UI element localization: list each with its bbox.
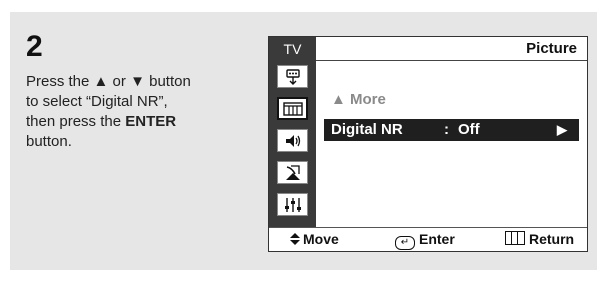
menu-item-digital-nr[interactable]: Digital NR : Off ▶: [324, 119, 579, 141]
return-icon: [505, 231, 525, 245]
picture-icon[interactable]: [277, 97, 308, 120]
channel-icon[interactable]: [277, 161, 308, 184]
step-number: 2: [26, 30, 43, 63]
instruction-line-2: to select “Digital NR”,: [26, 93, 168, 110]
menu-title: Picture: [526, 40, 577, 57]
footer-enter-hint: ↵ Enter: [395, 228, 455, 251]
instruction-text-part: then press the: [26, 113, 126, 130]
instruction-line-4: button.: [26, 133, 72, 150]
submenu-arrow-icon: ▶: [557, 122, 567, 137]
instruction-panel: 2 Press the ▲ or ▼ button to select “Dig…: [10, 12, 597, 270]
osd-header: Picture: [316, 37, 587, 61]
menu-item-label: Digital NR: [331, 121, 403, 138]
source-label: TV: [283, 41, 302, 57]
enter-keyword: ENTER: [125, 113, 177, 130]
instruction-text: Press the ▲ or ▼ button to select “Digit…: [26, 72, 258, 152]
instruction-text-part: or: [108, 73, 131, 90]
osd-footer: Move ↵ Enter Return: [269, 227, 587, 251]
setup-icon[interactable]: [277, 193, 308, 216]
menu-item-separator: :: [444, 121, 449, 138]
footer-move-hint: Move: [289, 228, 339, 251]
instruction-line-1: Press the ▲ or ▼ button: [26, 72, 258, 92]
instruction-line-3: then press the ENTER: [26, 112, 258, 132]
sound-icon[interactable]: [277, 129, 308, 152]
down-arrow-icon: ▼: [130, 73, 145, 90]
input-icon[interactable]: [277, 65, 308, 88]
instruction-text-part: button: [144, 73, 191, 90]
footer-enter-label: Enter: [419, 231, 455, 247]
instruction-text-part: Press the: [26, 73, 94, 90]
osd-sidebar: TV: [269, 37, 316, 229]
enter-icon: ↵: [395, 236, 415, 250]
footer-return-hint: Return: [505, 228, 574, 251]
tv-osd-menu: TV Picture ▲ More Digital NR: Off ▶ Mov…: [268, 36, 588, 252]
move-icon: [290, 233, 300, 245]
up-arrow-icon: ▲: [93, 73, 109, 90]
menu-item-value: Off: [458, 121, 480, 138]
more-menu-item[interactable]: ▲ More: [331, 91, 386, 109]
footer-return-label: Return: [529, 231, 575, 247]
footer-move-label: Move: [303, 231, 339, 247]
